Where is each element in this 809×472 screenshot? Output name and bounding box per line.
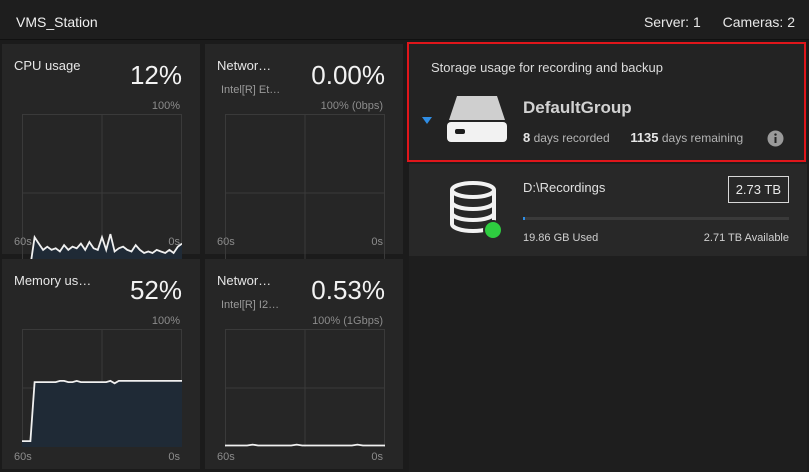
usage-bar-fill	[523, 217, 526, 220]
available-space: 2.71 TB Available	[703, 232, 789, 244]
panel-value: 0.53%	[311, 275, 385, 305]
header-stats: Server: 1 Cameras: 2	[626, 14, 795, 30]
days-remaining-value: 1135	[630, 130, 659, 145]
info-icon[interactable]	[767, 130, 784, 147]
panel-value: 0.00%	[311, 60, 385, 90]
chart-grid	[225, 114, 385, 272]
time-end: 0s	[168, 451, 180, 463]
days-recorded-label: days recorded	[533, 131, 610, 145]
memory-chart	[22, 329, 182, 447]
capacity-badge: 2.73 TB	[727, 176, 789, 203]
used-space: 19.86 GB Used	[523, 232, 599, 244]
adapter-name: Intel[R] I2…	[221, 299, 280, 311]
panel-label: Networ…	[217, 273, 272, 288]
app-header: VMS_Station Server: 1 Cameras: 2	[0, 0, 809, 40]
time-start: 60s	[217, 451, 235, 463]
storage-title: Storage usage for recording and backup	[431, 60, 663, 75]
network-chart-1	[225, 114, 385, 272]
time-start: 60s	[14, 451, 32, 463]
recording-storage-row[interactable]: D:\Recordings 2.73 TB 19.86 GB Used 2.71…	[409, 164, 807, 256]
panel-value: 12%	[129, 60, 182, 90]
panel-max: 100% (0bps)	[320, 100, 383, 112]
station-title: VMS_Station	[16, 14, 98, 30]
panel-max: 100%	[151, 100, 180, 112]
time-end: 0s	[371, 236, 383, 248]
usage-bar	[523, 217, 789, 220]
time-start: 60s	[14, 236, 32, 248]
time-start: 60s	[217, 236, 235, 248]
hard-drive-icon	[447, 96, 507, 142]
database-icon	[450, 181, 503, 240]
recording-path: D:\Recordings	[523, 180, 606, 195]
cpu-usage-panel[interactable]: CPU usage 12% 100% 60s 0s	[2, 44, 200, 272]
days-recorded-value: 8	[523, 130, 531, 145]
adapter-name: Intel[R] Et…	[221, 84, 281, 96]
network-usage-panel-1[interactable]: Networ… Intel[R] Et… 0.00% 100% (0bps) 6…	[205, 44, 403, 272]
panel-label: Networ…	[217, 58, 272, 73]
days-remaining-label: days remaining	[661, 131, 744, 145]
cpu-chart	[22, 114, 182, 272]
group-name: DefaultGroup	[523, 98, 632, 117]
days-summary: 8 days recorded 1135 days remaining	[523, 130, 743, 145]
chart-line	[225, 443, 385, 447]
network-chart-2	[225, 329, 385, 447]
panel-max: 100%	[151, 315, 180, 327]
memory-usage-panel[interactable]: Memory us… 52% 100% 60s 0s	[2, 259, 200, 469]
caret-down-icon[interactable]	[421, 116, 433, 126]
time-end: 0s	[371, 451, 383, 463]
camera-count: Cameras: 2	[722, 14, 795, 30]
network-usage-panel-2[interactable]: Networ… Intel[R] I2… 0.53% 100% (1Gbps) …	[205, 259, 403, 469]
panel-label: CPU usage	[14, 58, 81, 73]
panel-label: Memory us…	[14, 273, 92, 288]
panel-max: 100% (1Gbps)	[312, 315, 383, 327]
storage-group-card[interactable]: Storage usage for recording and backup D…	[407, 42, 806, 162]
chart-area	[22, 380, 182, 447]
panel-value: 52%	[129, 275, 182, 305]
time-end: 0s	[168, 236, 180, 248]
chart-grid	[225, 329, 385, 447]
server-count: Server: 1	[643, 14, 701, 30]
